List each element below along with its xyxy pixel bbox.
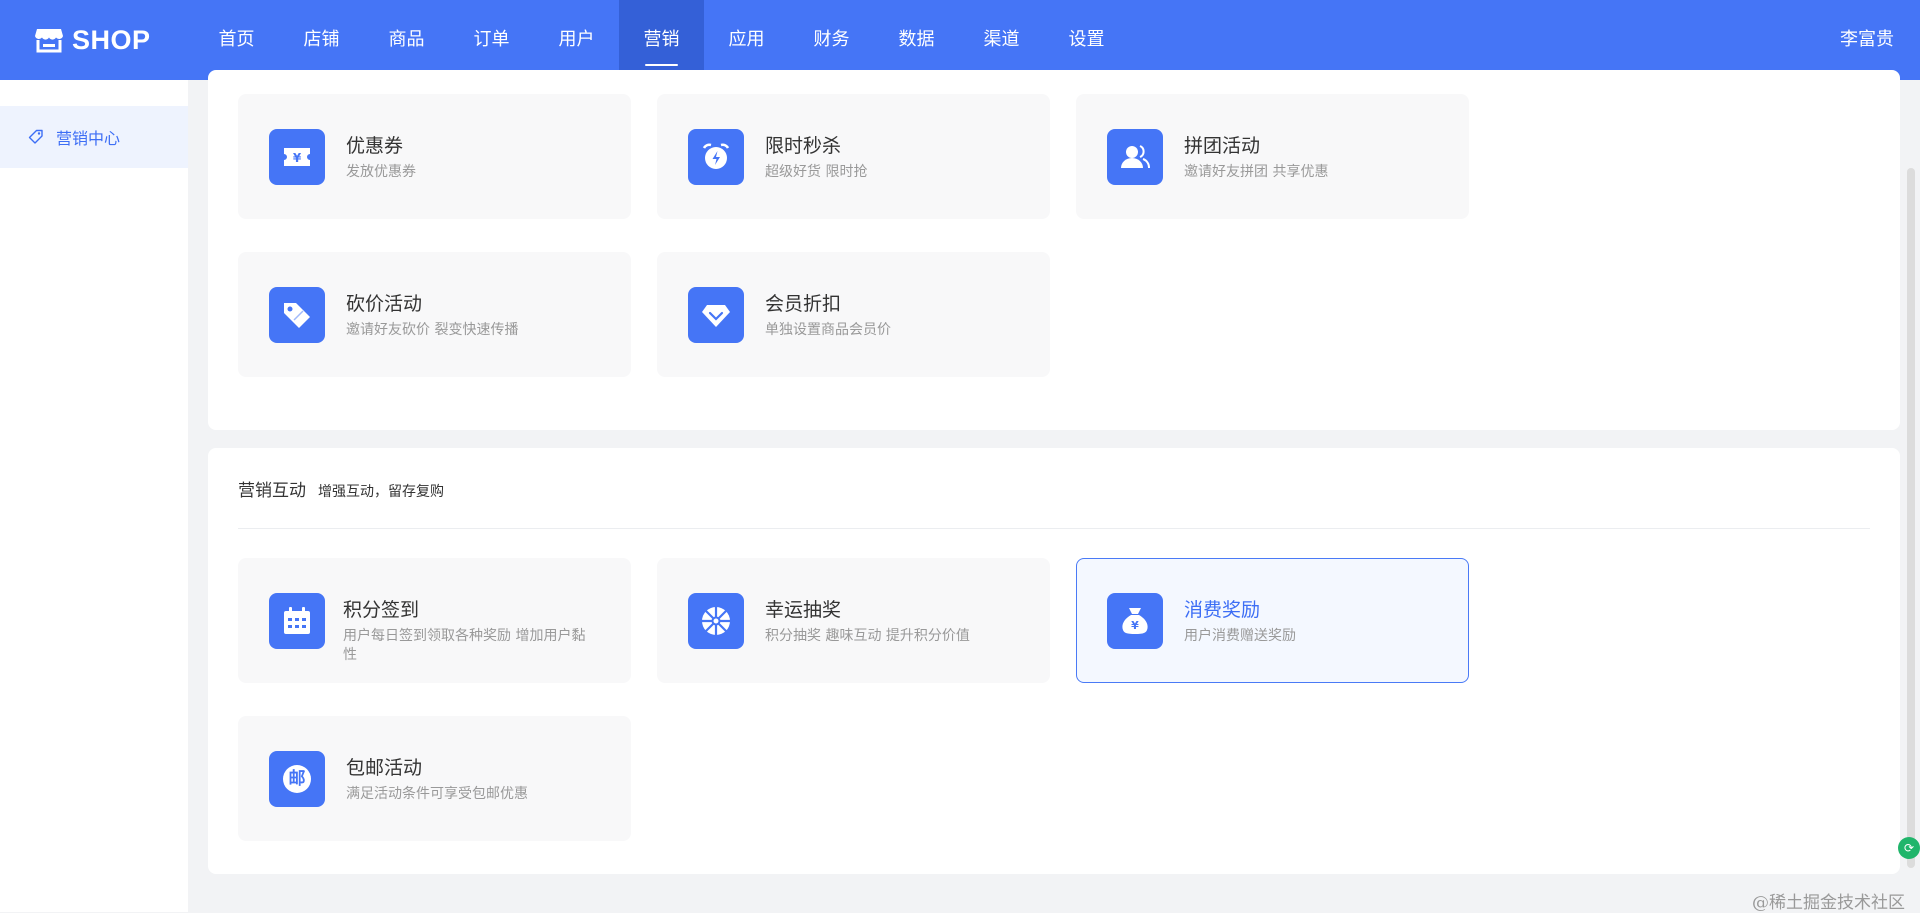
- money-bag-icon: ¥: [1107, 593, 1163, 649]
- main-content: ¥ 优惠券 发放优惠券 限时秒杀 超级好货 限时抢 拼团活动 邀请好友拼团 共享…: [208, 70, 1900, 912]
- top-nav-bar: SHOP 首页 店铺 商品 订单 用户 营销 应用 财务 数据 渠道 设置 李富…: [0, 0, 1920, 80]
- card-description: 邀请好友砍价 裂变快速传播: [346, 322, 519, 338]
- watermark: @稀土掘金技术社区: [1752, 893, 1905, 913]
- section-title: 营销互动: [238, 481, 306, 501]
- card-coupon[interactable]: ¥ 优惠券 发放优惠券: [238, 94, 631, 219]
- section-subtitle: 增强互动，留存复购: [318, 484, 444, 500]
- price-tag-icon: [269, 287, 325, 343]
- svg-text:¥: ¥: [293, 151, 302, 165]
- card-description: 用户每日签到领取各种奖励 增加用户黏性: [343, 628, 586, 663]
- card-points-checkin[interactable]: 积分签到 用户每日签到领取各种奖励 增加用户黏性: [238, 558, 631, 683]
- card-group-buy[interactable]: 拼团活动 邀请好友拼团 共享优惠: [1076, 94, 1469, 219]
- brand-logo[interactable]: SHOP: [34, 22, 151, 58]
- brand-name: SHOP: [72, 24, 151, 55]
- card-description: 单独设置商品会员价: [765, 322, 891, 338]
- card-title: 包邮活动: [346, 757, 423, 779]
- nav-item-apps[interactable]: 应用: [704, 0, 789, 80]
- nav-item-users[interactable]: 用户: [534, 0, 619, 80]
- card-description: 超级好货 限时抢: [765, 164, 868, 180]
- section-divider: [238, 528, 1870, 529]
- sidebar-item-marketing-center[interactable]: 营销中心: [0, 106, 188, 168]
- nav-item-products[interactable]: 商品: [364, 0, 449, 80]
- card-flash-sale[interactable]: 限时秒杀 超级好货 限时抢: [657, 94, 1050, 219]
- calendar-icon: [269, 593, 325, 649]
- sidebar: 营销中心: [0, 80, 188, 912]
- card-member-discount[interactable]: 会员折扣 单独设置商品会员价: [657, 252, 1050, 377]
- card-title: 消费奖励: [1184, 599, 1261, 621]
- card-description: 满足活动条件可享受包邮优惠: [346, 786, 528, 802]
- nav-item-settings[interactable]: 设置: [1044, 0, 1129, 80]
- coupon-icon: ¥: [269, 129, 325, 185]
- nav-item-marketing[interactable]: 营销: [619, 0, 704, 80]
- card-description: 邀请好友拼团 共享优惠: [1184, 164, 1329, 180]
- nav-item-orders[interactable]: 订单: [449, 0, 534, 80]
- card-title: 积分签到: [343, 599, 420, 621]
- card-title: 幸运抽奖: [765, 599, 842, 621]
- nav-item-data[interactable]: 数据: [874, 0, 959, 80]
- card-title: 限时秒杀: [765, 135, 842, 157]
- card-description: 用户消费赠送奖励: [1184, 628, 1296, 644]
- tag-icon: [28, 129, 43, 144]
- card-bargain[interactable]: 砍价活动 邀请好友砍价 裂变快速传播: [238, 252, 631, 377]
- section-header: 营销互动 增强互动，留存复购: [238, 476, 444, 501]
- postal-stamp-glyph: 邮: [288, 769, 306, 789]
- lucky-wheel-icon: [688, 593, 744, 649]
- card-spending-reward[interactable]: ¥ 消费奖励 用户消费赠送奖励: [1076, 558, 1469, 683]
- card-title: 拼团活动: [1184, 135, 1261, 157]
- card-lucky-draw[interactable]: 幸运抽奖 积分抽奖 趣味互动 提升积分价值: [657, 558, 1050, 683]
- card-title: 优惠券: [346, 135, 404, 157]
- main-nav: 首页 店铺 商品 订单 用户 营销 应用 财务 数据 渠道 设置: [194, 0, 1129, 80]
- card-title: 砍价活动: [346, 293, 423, 315]
- nav-item-home[interactable]: 首页: [194, 0, 279, 80]
- nav-item-finance[interactable]: 财务: [789, 0, 874, 80]
- svg-text:¥: ¥: [1131, 619, 1139, 632]
- postal-stamp-icon: 邮: [269, 751, 325, 807]
- nav-item-store[interactable]: 店铺: [279, 0, 364, 80]
- marketing-tools-panel: ¥ 优惠券 发放优惠券 限时秒杀 超级好货 限时抢 拼团活动 邀请好友拼团 共享…: [208, 70, 1900, 430]
- diamond-icon: [688, 287, 744, 343]
- card-free-shipping[interactable]: 邮 包邮活动 满足活动条件可享受包邮优惠: [238, 716, 631, 841]
- nav-item-channels[interactable]: 渠道: [959, 0, 1044, 80]
- store-icon: [35, 29, 63, 53]
- card-description: 发放优惠券: [346, 164, 416, 180]
- scrollbar-thumb[interactable]: [1907, 168, 1915, 868]
- floating-plugin-icon[interactable]: ⟳: [1898, 837, 1920, 859]
- group-users-icon: [1107, 129, 1163, 185]
- card-title: 会员折扣: [765, 293, 842, 315]
- sidebar-item-label: 营销中心: [56, 129, 121, 148]
- user-name[interactable]: 李富贵: [1840, 0, 1894, 80]
- marketing-interaction-panel: 营销互动 增强互动，留存复购 积分签到 用户每日签到领取各种奖励 增加用户黏性: [208, 448, 1900, 874]
- alarm-clock-icon: [688, 129, 744, 185]
- card-description: 积分抽奖 趣味互动 提升积分价值: [765, 628, 970, 644]
